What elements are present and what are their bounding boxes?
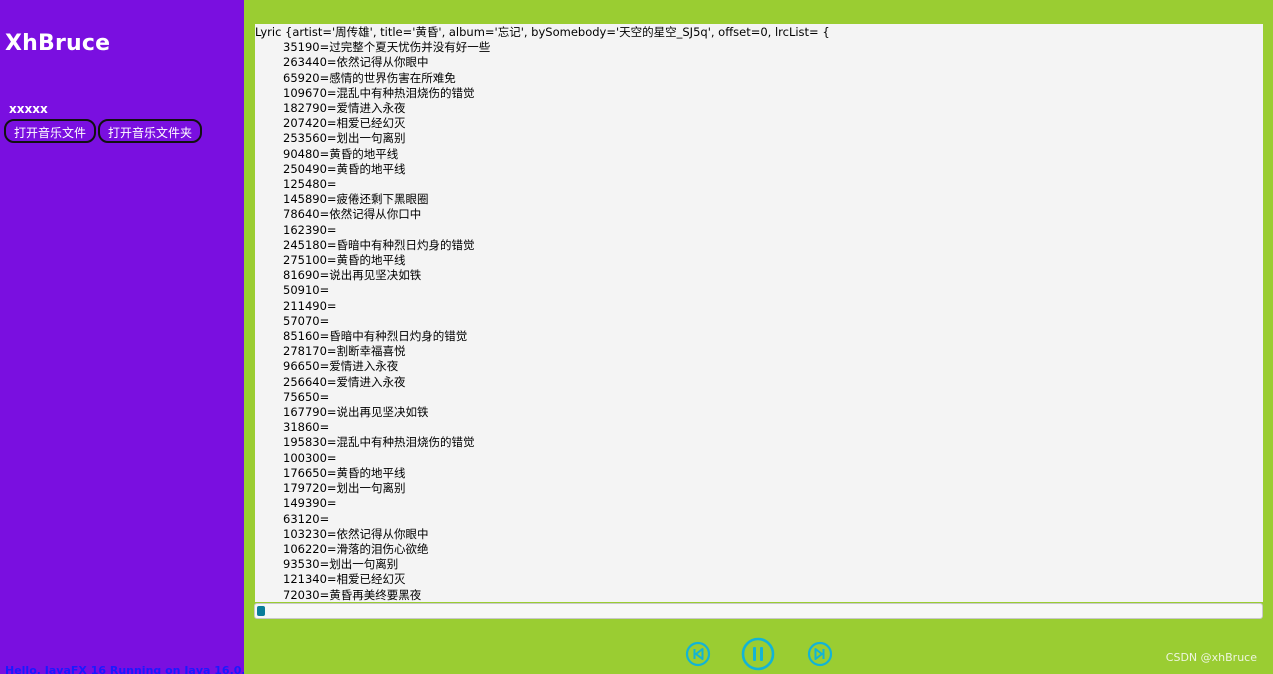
lyric-line: 109670=混乱中有种热泪烧伤的错觉 xyxy=(283,85,475,100)
lyric-line: 78640=依然记得从你口中 xyxy=(283,207,422,222)
lyric-line: 211490= xyxy=(283,298,337,313)
lyric-line: 182790=爱情进入永夜 xyxy=(283,101,406,116)
lyric-line: 263440=依然记得从你眼中 xyxy=(283,55,429,70)
current-song-label: xxxxx xyxy=(9,102,48,116)
lyric-line: 176650=黄昏的地平线 xyxy=(283,465,406,480)
lyric-line: 31860= xyxy=(283,420,330,435)
file-button-row: 打开音乐文件 打开音乐文件夹 xyxy=(4,119,203,143)
lyric-line: 93530=划出一句离别 xyxy=(283,557,399,572)
lyric-list: 35190=过完整个夏天忧伤并没有好一些 263440=依然记得从你眼中 65920… xyxy=(255,40,1263,602)
pause-icon[interactable] xyxy=(741,637,775,671)
runtime-info-text: Hello, JavaFX 16 Running on Java 16.0.1 xyxy=(5,664,254,674)
open-music-file-button[interactable]: 打开音乐文件 xyxy=(4,119,97,143)
lyric-text-area[interactable]: Lyric {artist='周传雄', title='黄昏', album='… xyxy=(255,24,1263,602)
lyric-line: 75650= xyxy=(283,389,330,404)
lyric-header: Lyric {artist='周传雄', title='黄昏', album='… xyxy=(255,25,830,39)
watermark-text: CSDN @xhBruce xyxy=(1165,651,1257,664)
playback-controls xyxy=(244,637,1273,673)
playback-progress-bar[interactable] xyxy=(254,603,1263,619)
app-brand: XhBruce xyxy=(5,31,111,56)
lyric-line: 125480= xyxy=(283,177,337,192)
open-music-folder-button[interactable]: 打开音乐文件夹 xyxy=(98,119,203,143)
lyric-line: 256640=爱情进入永夜 xyxy=(283,374,406,389)
lyric-line: 72030=黄昏再美终要黑夜 xyxy=(283,587,422,602)
lyric-line: 207420=相爱已经幻灭 xyxy=(283,116,406,131)
lyric-line: 253560=划出一句离别 xyxy=(283,131,406,146)
lyric-line: 162390= xyxy=(283,222,337,237)
lyric-line: 106220=滑落的泪伤心欲绝 xyxy=(283,541,429,556)
progress-fill xyxy=(257,606,265,616)
main-panel: Lyric {artist='周传雄', title='黄昏', album='… xyxy=(244,0,1273,674)
lyric-line: 57070= xyxy=(283,313,330,328)
lyric-line: 90480=黄昏的地平线 xyxy=(283,146,399,161)
skip-previous-icon[interactable] xyxy=(685,641,711,667)
lyric-line: 81690=说出再见坚决如铁 xyxy=(283,268,422,283)
lyric-line: 149390= xyxy=(283,496,337,511)
lyric-line: 195830=混乱中有种热泪烧伤的错觉 xyxy=(283,435,475,450)
lyric-line: 63120= xyxy=(283,511,330,526)
lyric-line: 65920=感情的世界伤害在所难免 xyxy=(283,70,456,85)
lyric-line: 35190=过完整个夏天忧伤并没有好一些 xyxy=(283,40,491,55)
sidebar: XhBruce xxxxx 打开音乐文件 打开音乐文件夹 Hello, Java… xyxy=(0,0,253,674)
lyric-line: 179720=划出一句离别 xyxy=(283,481,406,496)
lyric-line: 85160=昏暗中有种烈日灼身的错觉 xyxy=(283,329,468,344)
lyric-line: 278170=割断幸福喜悦 xyxy=(283,344,406,359)
lyric-line: 275100=黄昏的地平线 xyxy=(283,253,406,268)
lyric-line: 96650=爱情进入永夜 xyxy=(283,359,399,374)
skip-next-icon[interactable] xyxy=(807,641,833,667)
lyric-line: 103230=依然记得从你眼中 xyxy=(283,526,429,541)
lyric-line: 145890=疲倦还剩下黑眼圈 xyxy=(283,192,429,207)
app-window: XhBruce xxxxx 打开音乐文件 打开音乐文件夹 Hello, Java… xyxy=(0,0,1273,674)
lyric-line: 121340=相爱已经幻灭 xyxy=(283,572,406,587)
lyric-line: 100300= xyxy=(283,450,337,465)
lyric-line: 167790=说出再见坚决如铁 xyxy=(283,405,429,420)
lyric-line: 250490=黄昏的地平线 xyxy=(283,161,406,176)
lyric-line: 50910= xyxy=(283,283,330,298)
lyric-line: 245180=昏暗中有种烈日灼身的错觉 xyxy=(283,237,475,252)
